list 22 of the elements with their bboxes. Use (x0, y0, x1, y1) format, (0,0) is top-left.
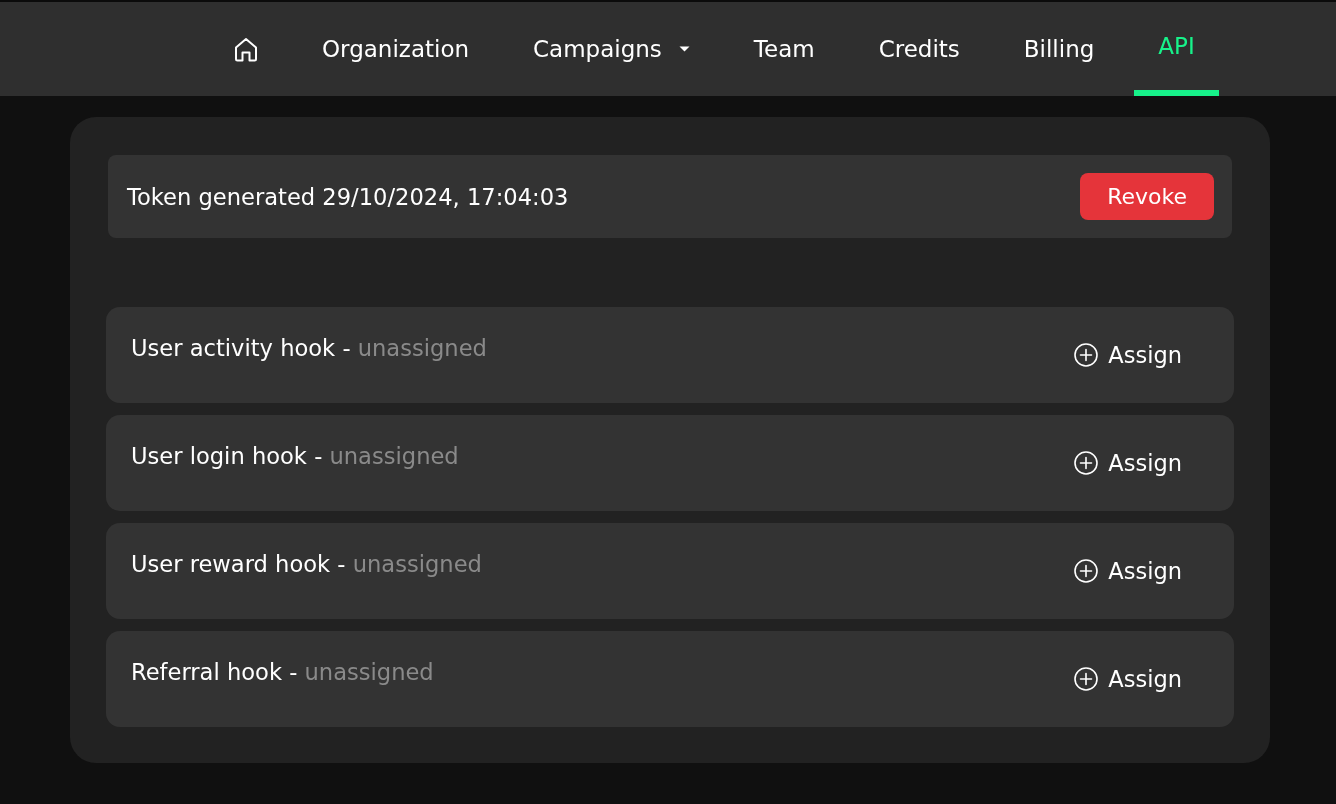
assign-button[interactable]: Assign (1050, 442, 1206, 484)
home-icon (234, 36, 258, 62)
assign-button[interactable]: Assign (1050, 334, 1206, 376)
caret-icon (678, 46, 690, 52)
plus-circle-icon (1074, 451, 1099, 475)
assign-button[interactable]: Assign (1050, 658, 1206, 700)
plus-circle-icon (1074, 559, 1099, 583)
revoke-button[interactable]: Revoke (1080, 173, 1214, 220)
nav-tab[interactable]: Team (729, 2, 839, 96)
hook-label: User activity hook - unassigned (131, 335, 487, 361)
plus-circle-icon (1074, 667, 1099, 691)
token-info: Token generated 29/10/2024, 17:04:03 (127, 183, 569, 210)
assign-button[interactable]: Assign (1050, 550, 1206, 592)
hook-label: User reward hook - unassigned (131, 551, 482, 577)
plus-circle-icon (1074, 343, 1099, 367)
hook-label: Referral hook - unassigned (131, 659, 434, 685)
nav-tab[interactable]: Billing (999, 2, 1119, 96)
nav-tab[interactable]: Organization (298, 2, 494, 96)
nav-tab[interactable]: API (1134, 2, 1219, 96)
nav-tab[interactable]: Credits (854, 2, 984, 96)
nav-tab[interactable]: Campaigns (509, 2, 714, 96)
hook-label: User login hook - unassigned (131, 443, 459, 469)
